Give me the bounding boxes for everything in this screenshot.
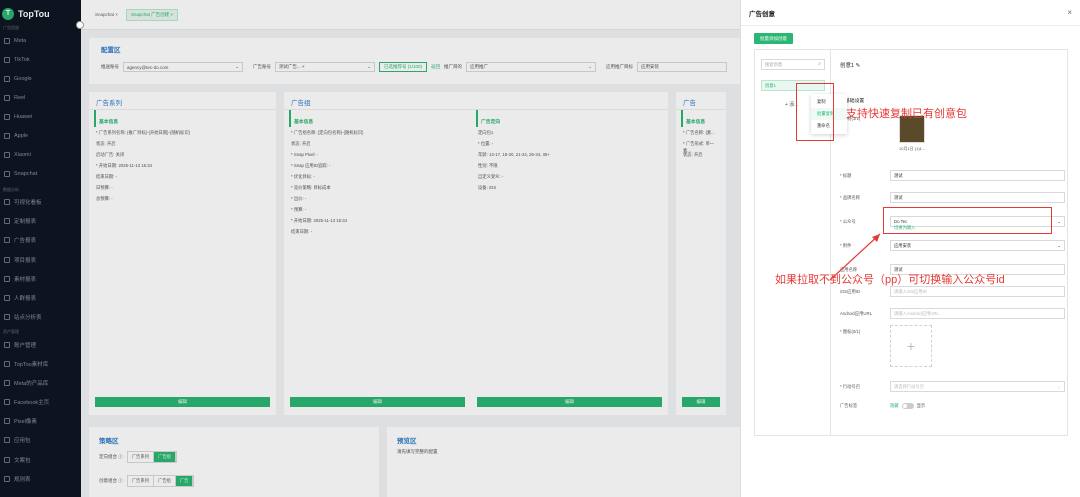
icon-label: * 图标(0/1) — [840, 329, 861, 334]
chevron-down-icon: ⌄ — [1057, 383, 1061, 389]
form-row: * 品牌名称 测试 — [840, 192, 1065, 203]
form-input[interactable]: 应用安装 ⌄ — [890, 240, 1065, 251]
form-input[interactable]: 测试 — [890, 170, 1065, 181]
search-icon: ⌕ — [818, 61, 821, 67]
chevron-down-icon: ⌄ — [1057, 218, 1061, 224]
search-placeholder: 搜索创意 — [765, 62, 783, 67]
form-input[interactable]: 请输入iOS应用ID — [890, 286, 1065, 297]
annotation-copy-hint: 支持快速复制已有创意包 — [846, 108, 967, 120]
upload-icon-button[interactable]: + — [890, 325, 932, 367]
drawer-title: 广告创意 — [749, 10, 775, 18]
collapse-sidebar-button[interactable] — [76, 21, 84, 29]
icon-row: * 图标(0/1) — [840, 329, 1065, 335]
ad-label-on: 显示 — [916, 403, 926, 408]
creative-item-label: 创意1 — [765, 83, 776, 88]
form-input-value: 测试 — [894, 194, 903, 200]
chevron-down-icon: ⌄ — [1057, 242, 1061, 248]
ad-label-label: 广告标签 — [840, 403, 858, 408]
form-row: * 标题 测试 — [840, 170, 1065, 181]
form-row: Android应用URL 请输入Android应用URL — [840, 308, 1065, 319]
form-input-value: 请输入iOS应用ID — [894, 288, 927, 294]
form-input[interactable]: 测试 — [890, 192, 1065, 203]
creative-name-title[interactable]: 创意1 ✎ — [840, 61, 860, 69]
form-label: * 标题 — [840, 172, 852, 178]
cta-placeholder: 请选择行动号召 — [894, 383, 925, 389]
close-icon[interactable]: × — [1067, 8, 1072, 17]
highlight-box-menu — [796, 83, 834, 141]
material-caption: 10月1日 (1)1... — [899, 146, 926, 151]
form-label: iOS应用ID — [840, 288, 861, 294]
highlight-box-account — [883, 207, 1052, 234]
cta-label: * 行动号召 — [840, 383, 861, 389]
creative-drawer: 广告创意 × 批量添加创意 搜索创意 ⌕ 创意1 + 添... 复制 批量复制 … — [740, 0, 1080, 497]
ad-label-off: 隐藏 — [890, 403, 899, 408]
form-input[interactable]: 请输入Android应用URL — [890, 308, 1065, 319]
ad-label-toggle[interactable] — [901, 403, 914, 409]
modal-overlay[interactable] — [0, 0, 740, 497]
form-label: Android应用URL — [840, 310, 872, 316]
search-input[interactable]: 搜索创意 ⌕ — [761, 59, 825, 70]
plus-icon: + — [906, 338, 916, 354]
form-input-value: 应用安装 — [894, 242, 912, 248]
cta-select[interactable]: 请选择行动号召 ⌄ — [890, 381, 1065, 392]
drawer-header: 广告创意 × — [741, 0, 1080, 26]
annotation-account-hint: 如果拉取不到公众号（pp）可切换输入公众号id — [775, 274, 1005, 286]
bulk-add-creative-button[interactable]: 批量添加创意 — [754, 33, 793, 44]
form-input-value: 测试 — [894, 172, 903, 178]
cta-row: * 行动号召 请选择行动号召 ⌄ — [840, 381, 1065, 392]
ad-label-row: 广告标签 隐藏 显示 — [840, 403, 1065, 409]
form-label: * 品牌名称 — [840, 194, 861, 200]
form-input-value: 请输入Android应用URL — [894, 310, 939, 316]
